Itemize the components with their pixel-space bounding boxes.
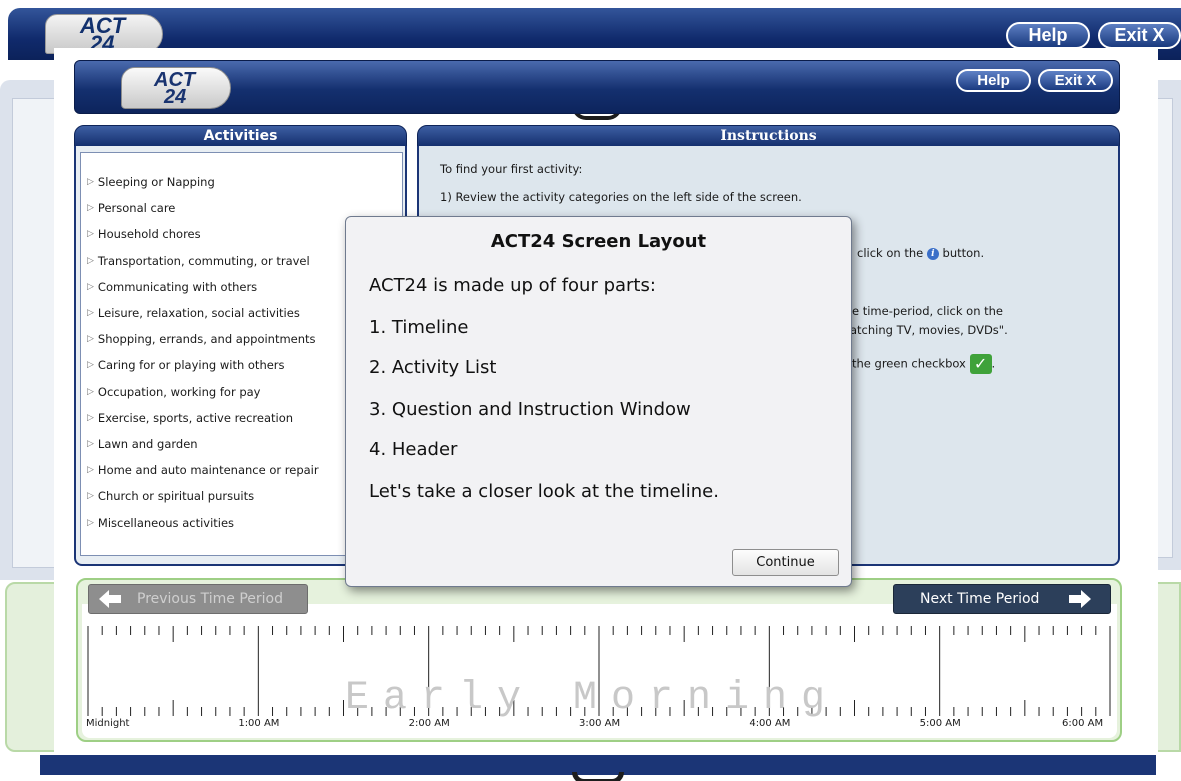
expand-triangle-icon: ▷ [87,517,94,528]
activities-title: Activities [74,125,407,147]
outer-help-label: Help [1028,25,1068,45]
outer-exit-button[interactable]: Exit X [1098,22,1181,49]
activity-item-label: Exercise, sports, active recreation [97,410,294,425]
activity-item-label: Lawn and garden [97,436,198,451]
left-arrow-icon [99,590,121,608]
hour-label: Midnight [86,718,130,729]
dialog-title: ACT24 Screen Layout [490,231,707,252]
instructions-title: Instructions [417,125,1120,147]
act24-window: ACT 24 Help Exit X Activities ▷ Sleeping … [54,48,1158,755]
expand-triangle-icon: ▷ [87,334,94,345]
hour-label: 4:00 AM [749,718,791,729]
instruction-line-4-tail: click on the i button. [857,246,984,260]
outer-help-button[interactable]: Help [1006,22,1090,49]
activity-item-label: Transportation, commuting, or travel [97,253,310,268]
expand-triangle-icon: ▷ [87,203,94,214]
instruction-line-5-tail: e time-period, click on the [852,304,1004,318]
expand-triangle-icon: ▷ [87,255,94,266]
instruction-line-7a: the green checkbox [852,356,966,371]
hour-label: 5:00 AM [919,718,961,729]
instruction-line-7-tail: the green checkbox ✓. [852,354,995,374]
instruction-line-4b: button. [942,246,985,260]
activity-item-label: Church or spiritual pursuits [97,489,255,504]
help-button[interactable]: Help [956,69,1031,92]
dialog-item-1: 1. Timeline [369,317,469,338]
help-button-label: Help [977,72,1010,89]
hour-label: 2:00 AM [408,718,450,729]
green-check-icon: ✓ [969,354,992,374]
activity-item-label: Personal care [97,201,176,216]
previous-time-period-button[interactable]: Previous Time Period [88,584,308,614]
act24-logo: ACT 24 [121,67,231,109]
expand-triangle-icon: ▷ [87,386,94,397]
hour-label: 6:00 AM [1062,718,1104,729]
activity-item-label: Shopping, errands, and appointments [97,332,316,347]
outer-exit-label: Exit X [1114,25,1165,45]
instruction-line-4a: click on the [857,246,924,260]
activity-item-label: Miscellaneous activities [97,515,235,530]
header: ACT 24 Help Exit X [74,60,1120,114]
period-label: Early Morning [344,676,840,721]
screen-layout-dialog: ACT24 Screen Layout ACT24 is made up of … [345,216,852,587]
activity-item-label: Home and auto maintenance or repair [97,463,319,478]
instruction-line-2: 1) Review the activity categories on the… [440,190,802,204]
timeline-track[interactable]: Early Morning Midnight 1:00 AM 2:00 AM 3:00… [82,604,1117,738]
dialog-intro: ACT24 is made up of four parts: [369,275,656,296]
continue-button[interactable]: Continue [732,549,839,576]
expand-triangle-icon: ▷ [87,308,94,319]
info-icon: i [926,247,939,260]
dialog-item-2: 2. Activity List [369,357,497,378]
right-arrow-icon [1069,590,1092,608]
expand-triangle-icon: ▷ [87,177,94,188]
expand-triangle-icon: ▷ [87,491,94,502]
instruction-line-7b: . [991,356,996,371]
activity-item[interactable]: ▷ Sleeping or Napping [81,169,402,195]
expand-triangle-icon: ▷ [87,281,94,292]
hour-label: 1:00 AM [238,718,280,729]
dialog-closing: Let's take a closer look at the timeline… [369,481,719,502]
timeline: Early Morning Midnight 1:00 AM 2:00 AM 3:00… [76,578,1122,742]
dialog-item-3: 3. Question and Instruction Window [369,399,691,420]
next-time-period-button[interactable]: Next Time Period [893,584,1111,614]
expand-triangle-icon: ▷ [87,360,94,371]
bottom-arc-decoration [572,772,624,781]
activity-item-label: Leisure, relaxation, social activities [97,306,300,321]
exit-button[interactable]: Exit X [1038,69,1113,92]
instruction-line-6-tail: atching TV, movies, DVDs". [850,323,1008,337]
activity-item-label: Sleeping or Napping [97,175,215,190]
expand-triangle-icon: ▷ [87,438,94,449]
exit-button-label: Exit X [1054,72,1097,89]
expand-triangle-icon: ▷ [87,465,94,476]
logo-text-2: 24 [164,86,187,108]
next-label: Next Time Period [920,591,1040,607]
previous-label: Previous Time Period [137,591,283,607]
activity-item-label: Caring for or playing with others [97,358,285,373]
instruction-line-1: To find your first activity: [440,162,583,176]
activity-item-label: Occupation, working for pay [97,384,261,399]
expand-triangle-icon: ▷ [87,229,94,240]
activity-item-label: Household chores [97,227,201,242]
dialog-item-4: 4. Header [369,439,458,460]
activity-item-label: Communicating with others [97,279,258,294]
hour-label: 3:00 AM [579,718,621,729]
expand-triangle-icon: ▷ [87,412,94,423]
